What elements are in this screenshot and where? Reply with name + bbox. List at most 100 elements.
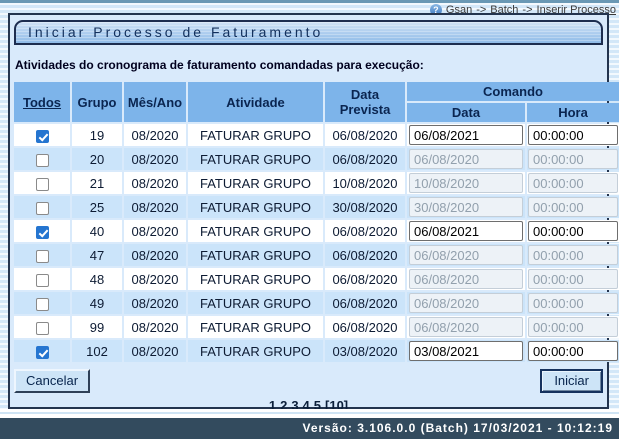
comando-hora-cell xyxy=(527,220,619,242)
comando-hora-input[interactable] xyxy=(528,197,618,217)
comando-hora-input[interactable] xyxy=(528,269,618,289)
mes-ano-cell: 08/2020 xyxy=(124,292,186,314)
comando-data-input[interactable] xyxy=(409,221,523,241)
mes-ano-cell: 08/2020 xyxy=(124,196,186,218)
comando-data-input[interactable] xyxy=(409,149,523,169)
version-text: Versão: 3.106.0.0 (Batch) 17/03/2021 - 1… xyxy=(303,421,614,435)
comando-data-input[interactable] xyxy=(409,341,523,361)
grupo-cell: 40 xyxy=(72,220,122,242)
todos-cell xyxy=(14,196,70,218)
row-checkbox[interactable] xyxy=(36,154,49,167)
comando-data-input[interactable] xyxy=(409,197,523,217)
comando-hora-cell xyxy=(527,316,619,338)
comando-data-cell xyxy=(407,220,525,242)
comando-data-cell xyxy=(407,268,525,290)
table-row: 49 08/2020 FATURAR GRUPO 06/08/2020 xyxy=(14,292,619,314)
mes-ano-cell: 08/2020 xyxy=(124,244,186,266)
comando-hora-input[interactable] xyxy=(528,317,618,337)
row-checkbox[interactable] xyxy=(36,250,49,263)
row-checkbox[interactable] xyxy=(36,298,49,311)
comando-data-input[interactable] xyxy=(409,269,523,289)
column-header-mes-ano: Mês/Ano xyxy=(124,82,186,122)
row-checkbox[interactable] xyxy=(36,346,49,359)
mes-ano-cell: 08/2020 xyxy=(124,220,186,242)
data-prevista-cell: 06/08/2020 xyxy=(325,124,405,146)
table-row: 48 08/2020 FATURAR GRUPO 06/08/2020 xyxy=(14,268,619,290)
comando-data-cell xyxy=(407,172,525,194)
row-checkbox[interactable] xyxy=(36,202,49,215)
data-prevista-cell: 03/08/2020 xyxy=(325,340,405,362)
comando-data-cell xyxy=(407,316,525,338)
mes-ano-cell: 08/2020 xyxy=(124,124,186,146)
atividade-cell: FATURAR GRUPO xyxy=(188,268,323,290)
comando-data-input[interactable] xyxy=(409,293,523,313)
todos-cell xyxy=(14,172,70,194)
column-header-grupo: Grupo xyxy=(72,82,122,122)
atividade-cell: FATURAR GRUPO xyxy=(188,124,323,146)
table-row: 19 08/2020 FATURAR GRUPO 06/08/2020 xyxy=(14,124,619,146)
data-prevista-cell: 10/08/2020 xyxy=(325,172,405,194)
comando-data-cell xyxy=(407,292,525,314)
comando-hora-cell xyxy=(527,340,619,362)
comando-hora-input[interactable] xyxy=(528,341,618,361)
todos-cell xyxy=(14,124,70,146)
main-panel: Iniciar Processo de Faturamento Atividad… xyxy=(8,13,609,409)
data-prevista-cell: 06/08/2020 xyxy=(325,148,405,170)
grupo-cell: 49 xyxy=(72,292,122,314)
buttons-row: Cancelar Iniciar xyxy=(14,369,603,393)
comando-hora-cell xyxy=(527,268,619,290)
comando-hora-cell xyxy=(527,244,619,266)
grupo-cell: 99 xyxy=(72,316,122,338)
row-checkbox[interactable] xyxy=(36,322,49,335)
comando-data-cell xyxy=(407,196,525,218)
column-header-atividade: Atividade xyxy=(188,82,323,122)
table-row: 21 08/2020 FATURAR GRUPO 10/08/2020 xyxy=(14,172,619,194)
comando-hora-input[interactable] xyxy=(528,125,618,145)
comando-hora-input[interactable] xyxy=(528,245,618,265)
grupo-cell: 25 xyxy=(72,196,122,218)
grupo-cell: 48 xyxy=(72,268,122,290)
column-header-comando: Comando xyxy=(407,82,619,101)
column-header-comando-hora: Hora xyxy=(527,103,619,122)
schedule-table: Todos Grupo Mês/Ano Atividade Data Previ… xyxy=(12,80,619,364)
cancel-button[interactable]: Cancelar xyxy=(14,369,90,393)
atividade-cell: FATURAR GRUPO xyxy=(188,244,323,266)
mes-ano-cell: 08/2020 xyxy=(124,268,186,290)
comando-data-input[interactable] xyxy=(409,245,523,265)
comando-hora-input[interactable] xyxy=(528,173,618,193)
todos-cell xyxy=(14,244,70,266)
comando-hora-input[interactable] xyxy=(528,293,618,313)
pre-footer-divider xyxy=(0,409,619,418)
data-prevista-cell: 06/08/2020 xyxy=(325,316,405,338)
grupo-cell: 47 xyxy=(72,244,122,266)
mes-ano-cell: 08/2020 xyxy=(124,172,186,194)
row-checkbox[interactable] xyxy=(36,178,49,191)
page-subtitle: Atividades do cronograma de faturamento … xyxy=(15,58,607,72)
table-row: 40 08/2020 FATURAR GRUPO 06/08/2020 xyxy=(14,220,619,242)
column-header-comando-data: Data xyxy=(407,103,525,122)
atividade-cell: FATURAR GRUPO xyxy=(188,148,323,170)
grupo-cell: 19 xyxy=(72,124,122,146)
comando-hora-cell xyxy=(527,292,619,314)
select-all-link[interactable]: Todos xyxy=(23,95,61,110)
row-checkbox[interactable] xyxy=(36,274,49,287)
comando-data-input[interactable] xyxy=(409,173,523,193)
comando-hora-input[interactable] xyxy=(528,221,618,241)
page-title: Iniciar Processo de Faturamento xyxy=(14,20,603,45)
grupo-cell: 21 xyxy=(72,172,122,194)
atividade-cell: FATURAR GRUPO xyxy=(188,340,323,362)
atividade-cell: FATURAR GRUPO xyxy=(188,316,323,338)
comando-hora-cell xyxy=(527,196,619,218)
comando-hora-cell xyxy=(527,172,619,194)
table-row: 25 08/2020 FATURAR GRUPO 30/08/2020 xyxy=(14,196,619,218)
comando-data-input[interactable] xyxy=(409,317,523,337)
comando-hora-input[interactable] xyxy=(528,149,618,169)
start-button[interactable]: Iniciar xyxy=(540,369,603,393)
mes-ano-cell: 08/2020 xyxy=(124,340,186,362)
data-prevista-cell: 06/08/2020 xyxy=(325,292,405,314)
row-checkbox[interactable] xyxy=(36,130,49,143)
row-checkbox[interactable] xyxy=(36,226,49,239)
comando-data-cell xyxy=(407,124,525,146)
comando-data-input[interactable] xyxy=(409,125,523,145)
table-row: 102 08/2020 FATURAR GRUPO 03/08/2020 xyxy=(14,340,619,362)
